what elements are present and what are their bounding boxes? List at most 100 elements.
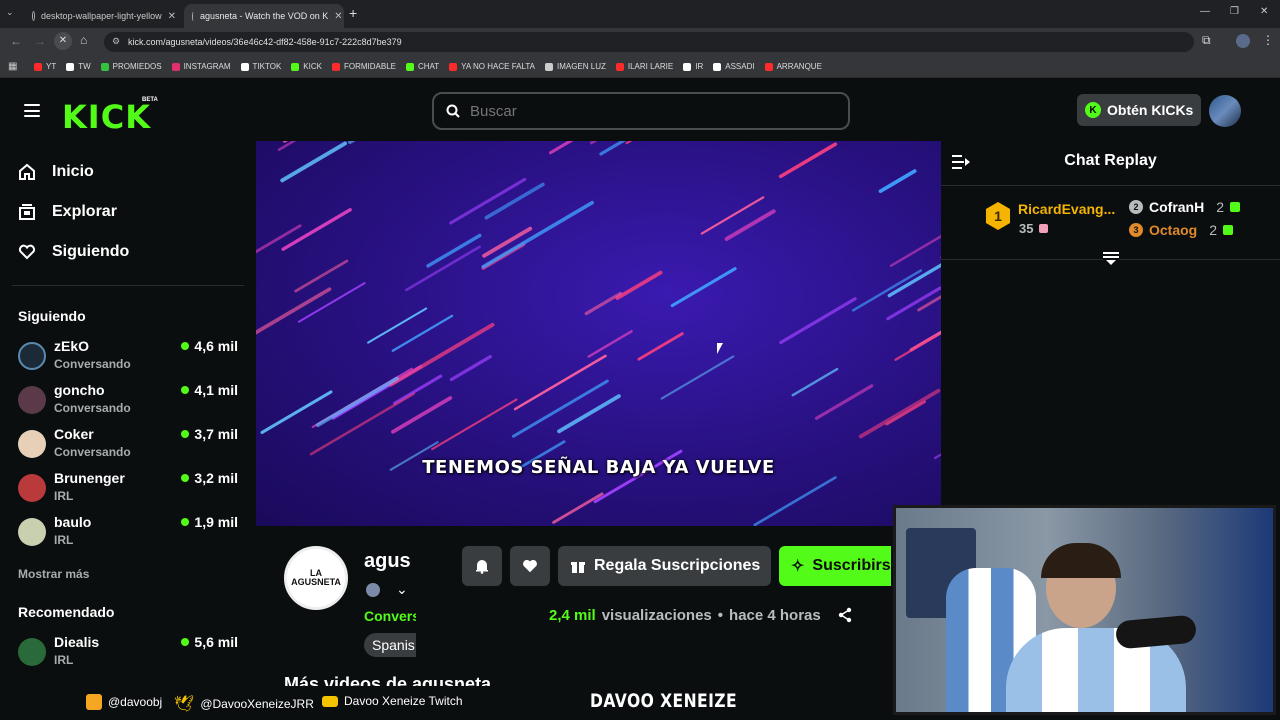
light-streak — [552, 492, 604, 524]
bookmark-assadi[interactable]: ASSADI — [713, 62, 755, 71]
close-icon[interactable]: ✕ — [168, 11, 176, 22]
profile-icon[interactable] — [1236, 34, 1250, 48]
expand-leaderboard-icon[interactable] — [1103, 252, 1119, 266]
minimize-icon[interactable]: — — [1200, 6, 1210, 17]
beta-badge: BETA — [142, 97, 158, 103]
address-bar[interactable]: ⚙ kick.com/agusneta/videos/36e46c42-df82… — [104, 32, 1194, 52]
follow-button[interactable] — [510, 546, 550, 586]
bookmark-imagen-luz[interactable]: IMAGEN LUZ — [544, 62, 606, 71]
light-streak — [779, 297, 857, 345]
window-close-icon[interactable]: ✕ — [1260, 6, 1268, 17]
light-streak — [405, 245, 481, 292]
extensions-icon[interactable]: ⧉ — [1202, 33, 1211, 48]
nav-home[interactable]: Inicio — [18, 163, 94, 181]
light-streak — [391, 314, 454, 352]
home-browser-icon[interactable]: ⌂ — [80, 33, 87, 47]
channel-item-coker[interactable]: Coker Conversando 3,7 mil — [18, 426, 240, 466]
subscribe-button[interactable]: ✧ Suscribirse — [779, 546, 891, 586]
bookmark-promiedos[interactable]: PROMIEDOS — [100, 62, 162, 71]
bookmark-kick[interactable]: KICK — [291, 62, 322, 71]
bookmark-favicon-icon — [34, 62, 42, 71]
channel-name: Coker — [54, 426, 94, 442]
chat-title: Chat Replay — [1064, 152, 1157, 169]
nav-browse[interactable]: Explorar — [18, 203, 117, 221]
user-avatar[interactable] — [1209, 95, 1241, 127]
top-gifter-2[interactable]: 2 CofranH 2 — [1129, 199, 1241, 215]
bookmark-chat[interactable]: CHAT — [405, 62, 439, 71]
video-player[interactable]: TENEMOS SEÑAL BAJA YA VUELVE — [256, 141, 941, 526]
viewer-count: 4,6 mil — [181, 338, 238, 354]
light-streak — [315, 376, 399, 428]
bookmark-label: IR — [695, 62, 704, 71]
bookmark-favicon-icon — [240, 62, 249, 71]
browser-tab[interactable]: desktop-wallpaper-light-yellow ✕ — [24, 4, 184, 28]
language-tag[interactable]: Spanis — [364, 633, 416, 657]
browser-tab-active[interactable]: agusneta - Watch the VOD on K ✕ — [184, 4, 344, 28]
views-label: visualizaciones — [601, 607, 712, 624]
forward-icon[interactable]: → — [34, 34, 46, 48]
channel-name-heading[interactable]: agus — [364, 550, 416, 573]
light-streak — [637, 332, 684, 361]
site-info-icon[interactable]: ⚙ — [112, 36, 120, 47]
search-bar[interactable] — [432, 92, 850, 130]
back-icon[interactable]: ← — [10, 34, 22, 48]
avatar — [18, 386, 46, 414]
nav-following[interactable]: Siguiendo — [18, 243, 129, 261]
apps-grid-icon[interactable]: ▦ — [8, 61, 17, 72]
hamburger-menu-icon[interactable] — [24, 104, 40, 117]
bookmark-ilari-larie[interactable]: ILARI LARIE — [615, 62, 673, 71]
bookmark-favicon-icon — [405, 62, 414, 71]
light-streak — [449, 355, 492, 382]
bookmark-favicon-icon — [100, 62, 109, 71]
avatar — [18, 518, 46, 546]
heart-filled-icon — [523, 559, 537, 573]
tab-list-icon[interactable]: ⌄ — [6, 7, 14, 18]
notifications-button[interactable] — [462, 546, 502, 586]
new-tab-icon[interactable]: + — [349, 5, 357, 21]
menu-kebab-icon[interactable]: ⋮ — [1262, 33, 1274, 47]
channel-item-diealis[interactable]: Diealis IRL 5,6 mil — [18, 634, 240, 674]
maximize-icon[interactable]: ❐ — [1230, 6, 1239, 17]
bookmark-instagram[interactable]: INSTAGRAM — [171, 62, 231, 71]
bookmark-tiktok[interactable]: TIKTOK — [240, 62, 282, 71]
bookmark-tw[interactable]: TW — [66, 62, 91, 71]
bookmark-yt[interactable]: YT — [34, 62, 56, 71]
bookmark-label: IMAGEN LUZ — [556, 62, 606, 71]
gifter-count-3: 2 — [1209, 222, 1218, 238]
bell-icon — [476, 560, 488, 574]
light-streak — [615, 270, 663, 300]
channel-item-goncho[interactable]: goncho Conversando 4,1 mil — [18, 382, 240, 422]
share-icon[interactable] — [837, 607, 853, 628]
bookmark-formidable[interactable]: FORMIDABLE — [331, 62, 396, 71]
kick-coin-icon: K — [1085, 102, 1101, 118]
chevron-down-icon[interactable]: ⌄ — [396, 581, 408, 598]
bookmark-favicon-icon — [449, 62, 458, 71]
show-more-link[interactable]: Mostrar más — [18, 567, 89, 581]
bookmark-label: PROMIEDOS — [112, 62, 162, 71]
get-kicks-label: Obtén KICKs — [1107, 102, 1194, 118]
close-icon[interactable]: ✕ — [334, 11, 342, 22]
light-streak — [431, 398, 518, 451]
bookmark-ya-no-hace-falta[interactable]: YA NO HACE FALTA — [449, 62, 535, 71]
get-kicks-button[interactable]: K Obtén KICKs — [1077, 94, 1201, 126]
channel-avatar[interactable]: LA AGUSNETA — [284, 546, 348, 610]
channel-item-brunenger[interactable]: Brunenger IRL 3,2 mil — [18, 470, 240, 510]
kick-logo[interactable]: KICK — [62, 98, 151, 136]
stream-category[interactable]: Convers — [364, 608, 416, 624]
bookmark-ir[interactable]: IR — [683, 62, 703, 71]
light-streak — [885, 400, 926, 426]
channel-item-zeko[interactable]: zEkO Conversando 4,6 mil — [18, 338, 240, 378]
bookmark-label: ARRANQUE — [776, 62, 822, 71]
gift-subs-button[interactable]: Regala Suscripciones — [558, 546, 771, 586]
channel-name: zEkO — [54, 338, 90, 354]
search-input[interactable] — [470, 102, 830, 120]
bookmark-favicon-icon — [615, 62, 624, 71]
top-gifter-3[interactable]: 3 Octaog 2 — [1129, 222, 1234, 238]
bookmark-arranque[interactable]: ARRANQUE — [764, 62, 822, 71]
time-ago: hace 4 horas — [729, 607, 821, 624]
stop-icon[interactable]: ✕ — [54, 32, 72, 50]
top-gifter-1[interactable]: 1 — [984, 202, 1012, 230]
channel-category: IRL — [54, 533, 74, 547]
channel-item-baulo[interactable]: baulo IRL 1,9 mil — [18, 514, 240, 554]
bookmark-label: TIKTOK — [252, 62, 282, 71]
